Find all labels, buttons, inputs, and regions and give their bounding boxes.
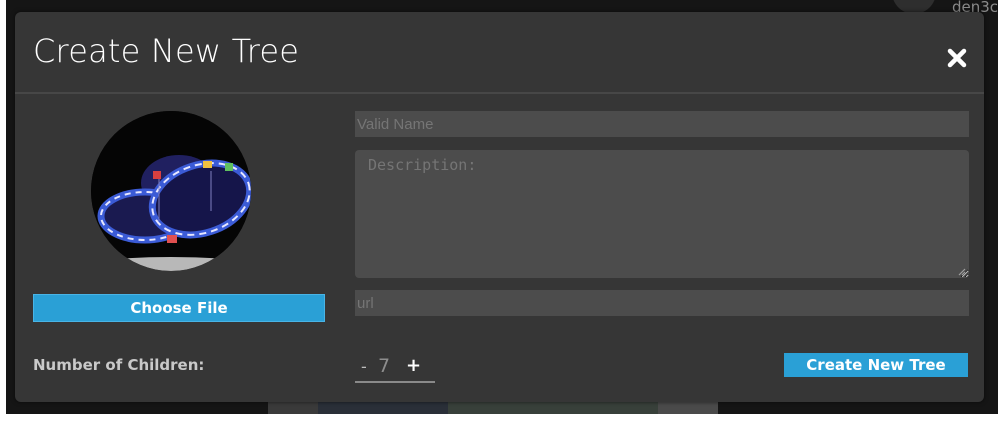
close-icon — [947, 48, 967, 68]
background-thumbnail — [448, 402, 658, 414]
tree-name-input[interactable] — [355, 111, 969, 137]
background-thumbnail — [318, 402, 448, 414]
tree-image-preview — [91, 111, 251, 271]
children-count-label: Number of Children: — [33, 356, 205, 374]
modal-title: Create New Tree — [33, 32, 300, 70]
close-button[interactable] — [945, 46, 969, 70]
create-tree-modal: Create New Tree Choose File Number — [15, 12, 984, 402]
children-count-stepper: - 7 + — [355, 351, 435, 383]
header-divider — [15, 92, 984, 94]
description-textarea[interactable] — [355, 150, 969, 278]
background-thumbnail — [268, 402, 318, 414]
increment-button[interactable]: + — [406, 355, 421, 376]
children-count-value[interactable]: 7 — [378, 355, 390, 377]
create-tree-button[interactable]: Create New Tree — [784, 353, 968, 377]
choose-file-button[interactable]: Choose File — [33, 294, 325, 322]
url-input[interactable] — [355, 290, 969, 316]
resize-handle-icon[interactable] — [956, 266, 966, 276]
background-thumbnail — [658, 402, 718, 414]
decrement-button[interactable]: - — [361, 357, 367, 376]
